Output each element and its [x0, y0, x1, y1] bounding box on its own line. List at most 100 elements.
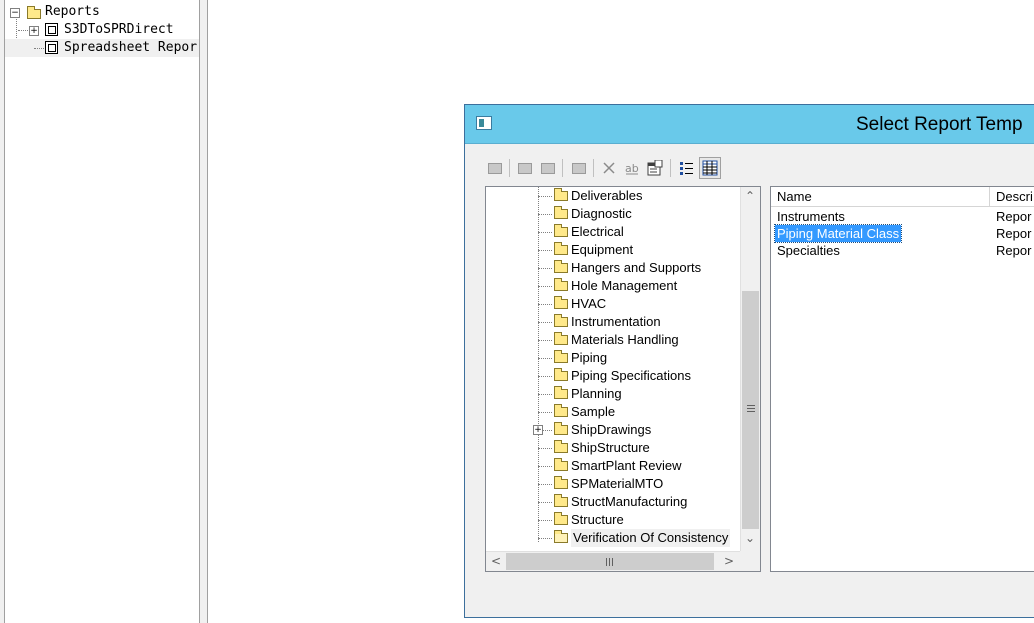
tree-item[interactable]: SPMaterialMTO [486, 475, 740, 493]
folder-icon [554, 332, 568, 345]
list-item[interactable]: Specialties Repor [771, 242, 1034, 259]
tree-item[interactable]: Verification Of Consistency [486, 529, 740, 547]
tree-item[interactable]: Electrical [486, 223, 740, 241]
list-view-icon [680, 162, 693, 175]
tree-item-label: Hangers and Supports [571, 260, 702, 275]
collapse-icon[interactable]: − [10, 8, 20, 18]
new-template-button[interactable] [514, 157, 536, 179]
expand-icon[interactable]: + [29, 26, 39, 36]
grip-line [747, 408, 755, 409]
list-header: Name Descri [771, 187, 1034, 207]
scroll-left-icon[interactable]: < [491, 554, 501, 568]
folder-icon [554, 224, 568, 237]
tree-item[interactable]: Piping Specifications [486, 367, 740, 385]
tree-connector [538, 358, 552, 359]
tree-item-label: Spreadsheet Repor [64, 40, 198, 55]
tree-item-label: S3DToSPRDirect [64, 22, 174, 37]
expand-icon[interactable]: + [533, 425, 543, 435]
column-header-name[interactable]: Name [771, 187, 990, 206]
tree-item[interactable]: Equipment [486, 241, 740, 259]
tree-item[interactable]: Sample [486, 403, 740, 421]
tree-item[interactable]: SmartPlant Review [486, 457, 740, 475]
svg-text:ab: ab [625, 162, 639, 175]
tree-item[interactable]: Hangers and Supports [486, 259, 740, 277]
new-folder-icon [488, 162, 502, 174]
scroll-down-icon[interactable]: ⌄ [745, 531, 755, 545]
tree-item-label: Electrical [571, 224, 624, 239]
folder-icon [554, 206, 568, 219]
new-folder-button[interactable] [484, 157, 506, 179]
select-report-template-dialog: Select Report Temp ab Deliverables Diagn… [464, 104, 1034, 618]
folder-icon [554, 404, 568, 417]
tree-item-label: HVAC [571, 296, 607, 311]
tree-item[interactable]: Deliverables [486, 187, 740, 205]
horizontal-scrollbar[interactable]: < > [486, 551, 742, 571]
tree-item-label: SPMaterialMTO [571, 476, 664, 491]
new-template-alt-icon [541, 162, 555, 174]
tree-connector [34, 48, 44, 49]
delete-button[interactable] [598, 157, 620, 179]
vertical-scrollbar[interactable]: ⌃ ⌄ [740, 187, 760, 551]
tree-item-s3dtosprdirect[interactable]: + S3DToSPRDirect [0, 21, 200, 39]
toolbar-separator [670, 159, 671, 177]
tree-item[interactable]: Planning [486, 385, 740, 403]
list-item-description: Repor [996, 243, 1032, 258]
list-item[interactable]: Instruments Repor [771, 208, 1034, 225]
tree-item-label: Hole Management [571, 278, 678, 293]
scroll-right-icon[interactable]: > [724, 554, 734, 568]
folder-icon [554, 296, 568, 309]
folder-icon [554, 314, 568, 327]
folder-icon [554, 260, 568, 273]
tree-connector [538, 448, 552, 449]
app-icon[interactable] [476, 116, 492, 130]
list-view-button[interactable] [676, 157, 698, 179]
tree-connector [18, 30, 28, 31]
list-item[interactable]: Piping Material Class Repor [771, 224, 1034, 243]
tree-connector [538, 520, 552, 521]
horizontal-scroll-thumb[interactable] [506, 553, 714, 570]
list-item-description: Repor [996, 226, 1032, 241]
folder-icon [554, 440, 568, 453]
toolbar-separator [509, 159, 510, 177]
rename-button[interactable]: ab [621, 157, 643, 179]
list-item-name: Piping Material Class [773, 224, 903, 243]
tree-item-label: Verification Of Consistency [571, 529, 731, 547]
tree-connector [538, 502, 552, 503]
template-list[interactable]: Name Descri Instruments Repor Piping Mater… [770, 186, 1034, 572]
new-template-alt-button[interactable] [537, 157, 559, 179]
tree-item-reports[interactable]: − Reports [0, 3, 200, 21]
tree-connector [538, 340, 552, 341]
grip-line [606, 558, 607, 566]
tree-item[interactable]: Structure [486, 511, 740, 529]
folder-icon [554, 458, 568, 471]
report-icon [45, 23, 58, 36]
column-header-description[interactable]: Descri [990, 187, 1034, 206]
report-icon [45, 41, 58, 54]
properties-button[interactable] [644, 157, 666, 179]
folder-icon [554, 188, 568, 201]
template-folder-tree[interactable]: Deliverables Diagnostic Electrical Equipmen… [485, 186, 761, 572]
tree-item[interactable]: Piping [486, 349, 740, 367]
tree-item[interactable]: + ShipDrawings [486, 421, 740, 439]
tree-item[interactable]: StructManufacturing [486, 493, 740, 511]
tree-item-spreadsheet-reports[interactable]: Spreadsheet Repor [0, 39, 200, 57]
scroll-up-icon[interactable]: ⌃ [745, 189, 755, 203]
dialog-titlebar[interactable]: Select Report Temp [465, 105, 1034, 144]
pane-splitter[interactable] [199, 0, 208, 623]
tree-connector [538, 466, 552, 467]
save-button[interactable] [568, 157, 590, 179]
tree-item[interactable]: Instrumentation [486, 313, 740, 331]
open-folder-icon [554, 530, 568, 543]
tree-item-label: Equipment [571, 242, 634, 257]
tree-connector [538, 286, 552, 287]
tree-item[interactable]: Diagnostic [486, 205, 740, 223]
vertical-scroll-thumb[interactable] [742, 291, 759, 529]
details-view-button[interactable] [699, 157, 721, 179]
tree-item[interactable]: HVAC [486, 295, 740, 313]
tree-item[interactable]: Materials Handling [486, 331, 740, 349]
folder-icon [554, 368, 568, 381]
tree-connector [538, 322, 552, 323]
tree-item[interactable]: Hole Management [486, 277, 740, 295]
reports-tree-pane: − Reports + S3DToSPRDirect Spreadsheet R… [0, 0, 200, 623]
tree-item[interactable]: ShipStructure [486, 439, 740, 457]
